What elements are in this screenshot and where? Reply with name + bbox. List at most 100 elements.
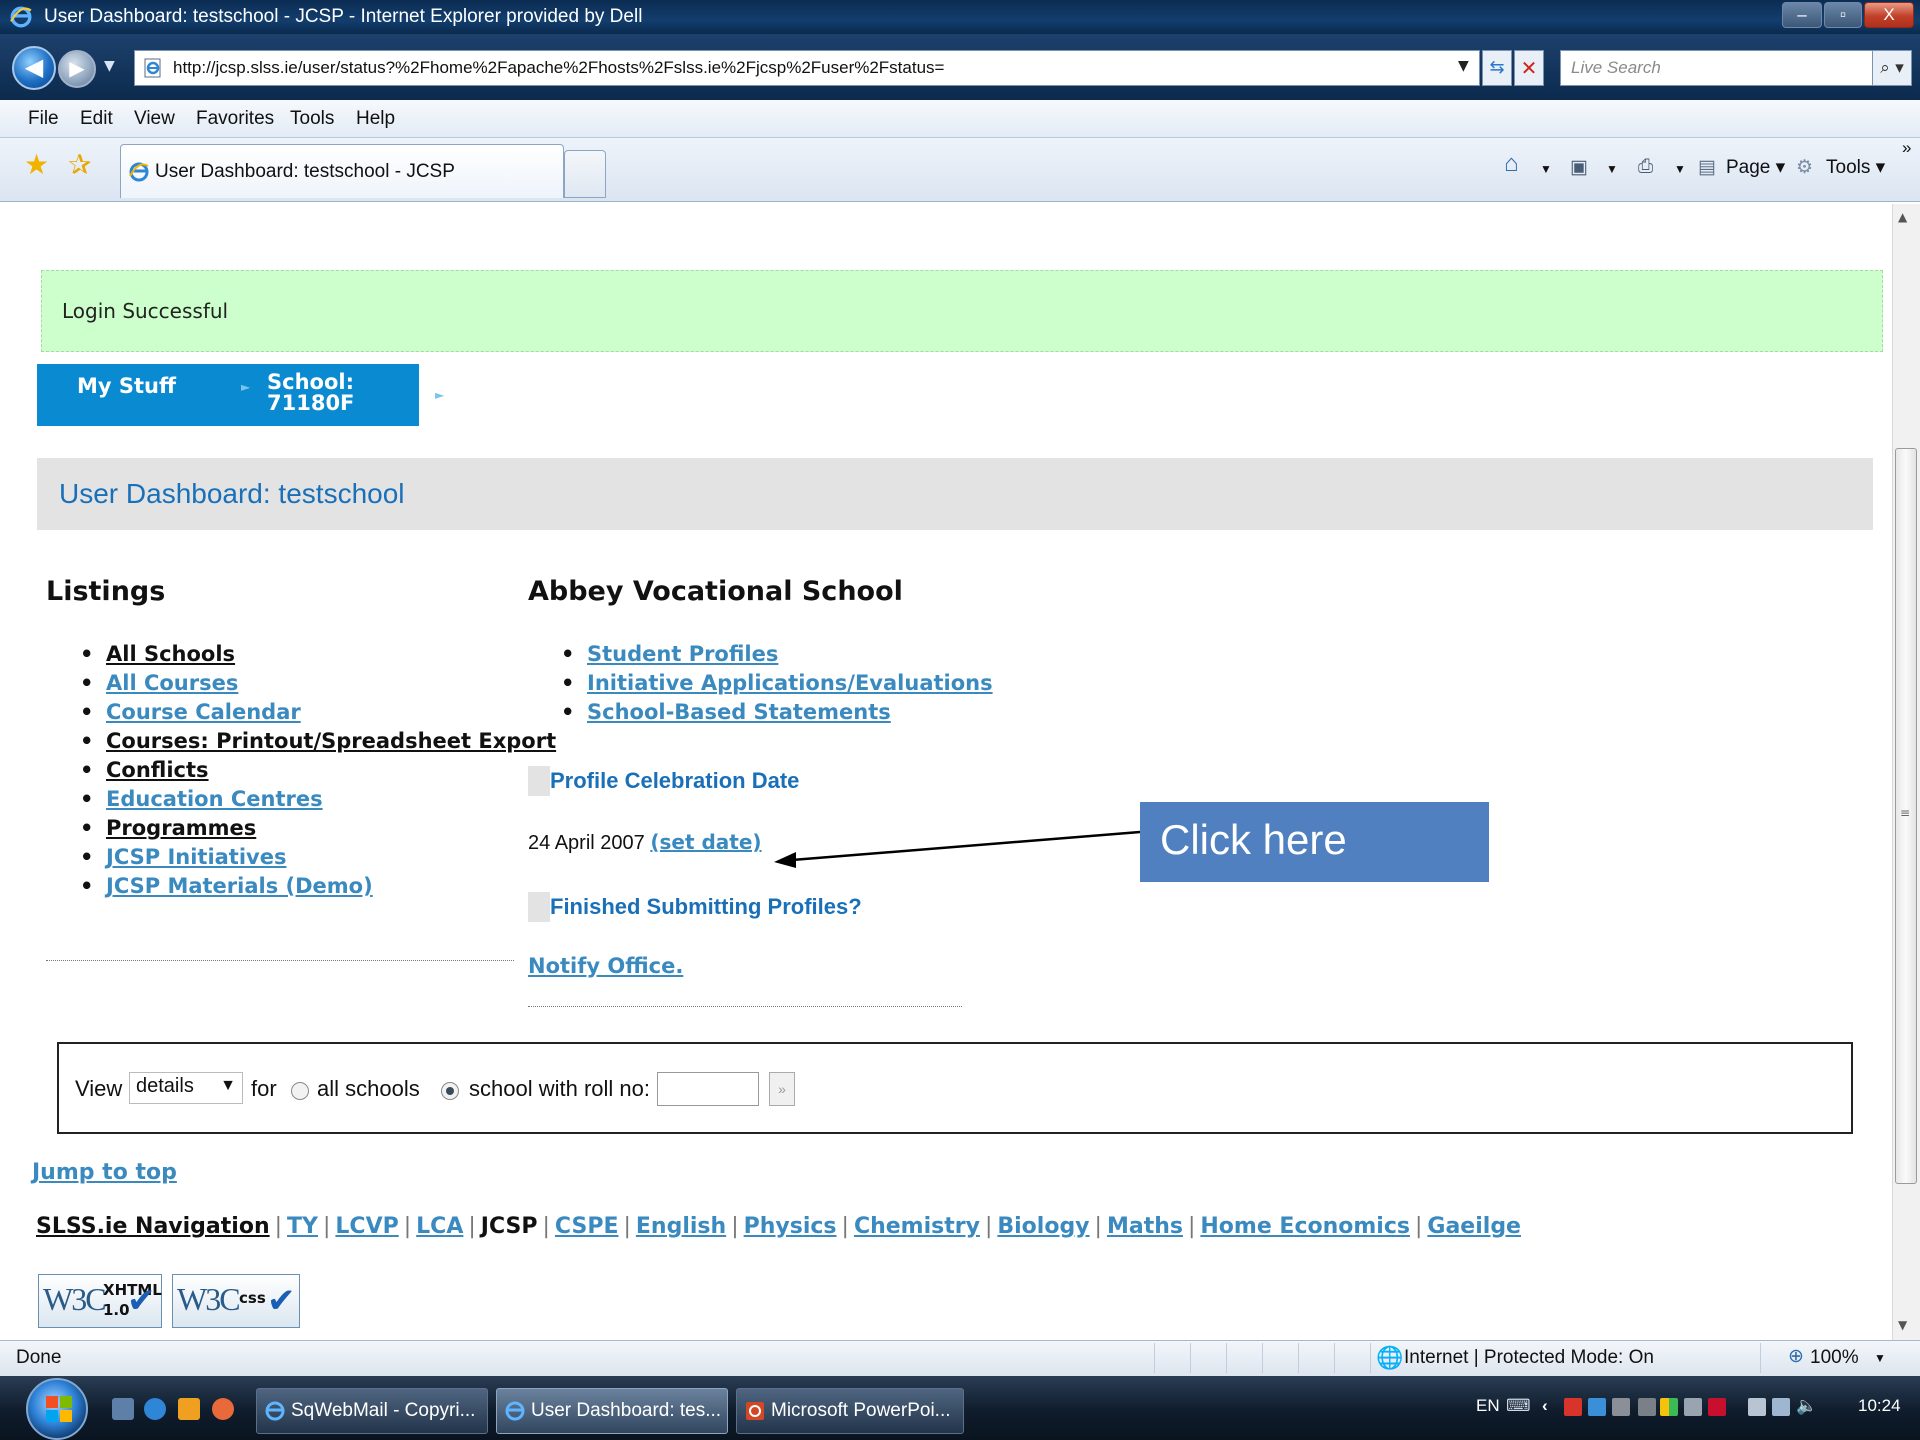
- listings-heading: Listings: [46, 576, 166, 607]
- stop-icon[interactable]: ✕: [1514, 50, 1544, 86]
- menu-help[interactable]: Help: [356, 108, 395, 130]
- footer-link-english[interactable]: English: [636, 1214, 726, 1239]
- tray-app-icon[interactable]: [1684, 1398, 1702, 1416]
- student-profiles-link[interactable]: Student Profiles: [587, 642, 778, 666]
- all-schools-radio[interactable]: [291, 1082, 309, 1100]
- menu-edit[interactable]: Edit: [80, 108, 113, 130]
- tab-user-dashboard[interactable]: User Dashboard: testschool - JCSP: [120, 144, 564, 198]
- recent-pages-dropdown-icon[interactable]: ▼: [104, 58, 115, 74]
- show-desktop-icon[interactable]: [112, 1398, 134, 1420]
- toolbar-overflow-chevron[interactable]: »: [1902, 138, 1911, 158]
- tools-menu-button[interactable]: Tools ▾: [1826, 156, 1885, 179]
- start-button[interactable]: [26, 1378, 88, 1440]
- maximize-button[interactable]: ▫: [1824, 2, 1862, 28]
- minimize-button[interactable]: –: [1782, 2, 1822, 28]
- tray-app-icon[interactable]: [1612, 1398, 1630, 1416]
- go-button[interactable]: »: [769, 1072, 795, 1106]
- search-input[interactable]: Live Search: [1560, 50, 1874, 86]
- footer-link-physics[interactable]: Physics: [744, 1214, 837, 1239]
- tray-app-icon[interactable]: [1638, 1398, 1656, 1416]
- task-user-dashboard[interactable]: User Dashboard: tes...: [496, 1388, 728, 1434]
- listing-jcsp-initiatives-link[interactable]: JCSP Initiatives: [106, 845, 286, 869]
- listing-conflicts-link[interactable]: Conflicts: [106, 758, 209, 782]
- task-sqwebmail[interactable]: SqWebMail - Copyri...: [256, 1388, 488, 1434]
- internet-explorer-icon[interactable]: [144, 1398, 166, 1420]
- tray-app-icon[interactable]: [1748, 1398, 1766, 1416]
- footer-link-biology[interactable]: Biology: [997, 1214, 1089, 1239]
- w3c-xhtml-badge[interactable]: W3C XHTML 1.0 ✔: [38, 1274, 162, 1328]
- security-zone-text[interactable]: Internet | Protected Mode: On: [1404, 1347, 1654, 1369]
- task-powerpoint[interactable]: Microsoft PowerPoi...: [736, 1388, 964, 1434]
- zoom-level[interactable]: 100%: [1810, 1347, 1859, 1369]
- w3c-css-badge[interactable]: W3C css ✔: [172, 1274, 300, 1328]
- footer-link-ty[interactable]: TY: [287, 1214, 318, 1239]
- new-tab-button[interactable]: [564, 150, 606, 198]
- roll-number-input[interactable]: [657, 1072, 759, 1106]
- breadcrumb-school[interactable]: School: 71180F: [267, 372, 354, 414]
- view-select[interactable]: details ▼: [129, 1072, 243, 1104]
- tray-app-icon[interactable]: [1708, 1398, 1726, 1416]
- slss-navigation-link[interactable]: SLSS.ie Navigation: [36, 1214, 270, 1239]
- favorites-center-star-icon[interactable]: ★: [24, 148, 49, 181]
- menu-view[interactable]: View: [134, 108, 175, 130]
- home-icon[interactable]: ⌂: [1504, 150, 1519, 178]
- footer-current-jcsp: JCSP: [480, 1214, 538, 1239]
- add-favorite-star-icon[interactable]: ✰: [68, 148, 91, 181]
- tray-app-icon[interactable]: [1660, 1398, 1678, 1416]
- footer-link-home-economics[interactable]: Home Economics: [1200, 1214, 1410, 1239]
- feeds-dropdown-icon[interactable]: ▼: [1606, 162, 1618, 176]
- scroll-down-icon[interactable]: ▼: [1898, 1318, 1907, 1332]
- tray-expand-chevron-icon[interactable]: ‹: [1542, 1396, 1548, 1416]
- listing-course-calendar-link[interactable]: Course Calendar: [106, 700, 301, 724]
- footer-link-maths[interactable]: Maths: [1107, 1214, 1183, 1239]
- language-indicator[interactable]: EN: [1476, 1396, 1500, 1416]
- school-based-statements-link[interactable]: School-Based Statements: [587, 700, 891, 724]
- zoom-dropdown-icon[interactable]: ▼: [1874, 1351, 1886, 1365]
- set-date-link[interactable]: (set date): [650, 830, 761, 854]
- listing-courses-export-link[interactable]: Courses: Printout/Spreadsheet Export: [106, 729, 556, 753]
- clock[interactable]: 10:24: [1858, 1396, 1901, 1416]
- jump-to-top-link[interactable]: Jump to top: [32, 1160, 177, 1185]
- print-dropdown-icon[interactable]: ▼: [1674, 162, 1686, 176]
- tray-app-icon[interactable]: [1564, 1398, 1582, 1416]
- tray-app-icon[interactable]: [1588, 1398, 1606, 1416]
- status-text: Done: [16, 1347, 62, 1368]
- notify-office-link[interactable]: Notify Office.: [528, 954, 683, 978]
- search-icon[interactable]: ⌕ ▾: [1872, 50, 1912, 86]
- footer-link-lcvp[interactable]: LCVP: [335, 1214, 398, 1239]
- back-button[interactable]: ◀: [12, 46, 56, 90]
- listing-education-centres-link[interactable]: Education Centres: [106, 787, 323, 811]
- list-item: Conflicts: [80, 758, 209, 782]
- listing-all-schools-link[interactable]: All Schools: [106, 642, 235, 666]
- feeds-icon[interactable]: ▣: [1570, 156, 1588, 179]
- school-roll-radio[interactable]: [441, 1082, 459, 1100]
- home-dropdown-icon[interactable]: ▼: [1540, 162, 1552, 176]
- listing-programmes-link[interactable]: Programmes: [106, 816, 256, 840]
- print-icon[interactable]: ⎙: [1638, 156, 1653, 178]
- menu-file[interactable]: File: [28, 108, 59, 130]
- footer-link-gaeilge[interactable]: Gaeilge: [1427, 1214, 1521, 1239]
- windows-logo-icon: [46, 1396, 72, 1422]
- media-player-icon[interactable]: [178, 1398, 200, 1420]
- initiative-applications-link[interactable]: Initiative Applications/Evaluations: [587, 671, 993, 695]
- scroll-up-icon[interactable]: ▲: [1898, 210, 1907, 224]
- address-input[interactable]: http://jcsp.slss.ie/user/status?%2Fhome%…: [134, 50, 1480, 86]
- menu-favorites[interactable]: Favorites: [196, 108, 274, 130]
- footer-link-cspe[interactable]: CSPE: [555, 1214, 619, 1239]
- page-menu-button[interactable]: Page ▾: [1726, 156, 1785, 179]
- listing-all-courses-link[interactable]: All Courses: [106, 671, 238, 695]
- quick-launch-icon[interactable]: [212, 1398, 234, 1420]
- network-icon[interactable]: [1772, 1398, 1790, 1416]
- footer-link-chemistry[interactable]: Chemistry: [854, 1214, 980, 1239]
- breadcrumb-my-stuff[interactable]: My Stuff: [77, 374, 176, 398]
- menu-tools[interactable]: Tools: [290, 108, 334, 130]
- listing-jcsp-materials-link[interactable]: JCSP Materials (Demo): [106, 874, 373, 898]
- breadcrumb: My Stuff ► School: 71180F ►: [37, 364, 444, 426]
- address-dropdown-icon[interactable]: ▼: [1458, 58, 1469, 74]
- volume-icon[interactable]: 🔈: [1796, 1396, 1817, 1416]
- keyboard-icon[interactable]: ⌨: [1506, 1396, 1531, 1416]
- footer-link-lca[interactable]: LCA: [416, 1214, 463, 1239]
- refresh-icon[interactable]: ⇆: [1482, 50, 1512, 86]
- forward-button[interactable]: ▶: [58, 50, 96, 88]
- close-window-button[interactable]: X: [1864, 2, 1914, 28]
